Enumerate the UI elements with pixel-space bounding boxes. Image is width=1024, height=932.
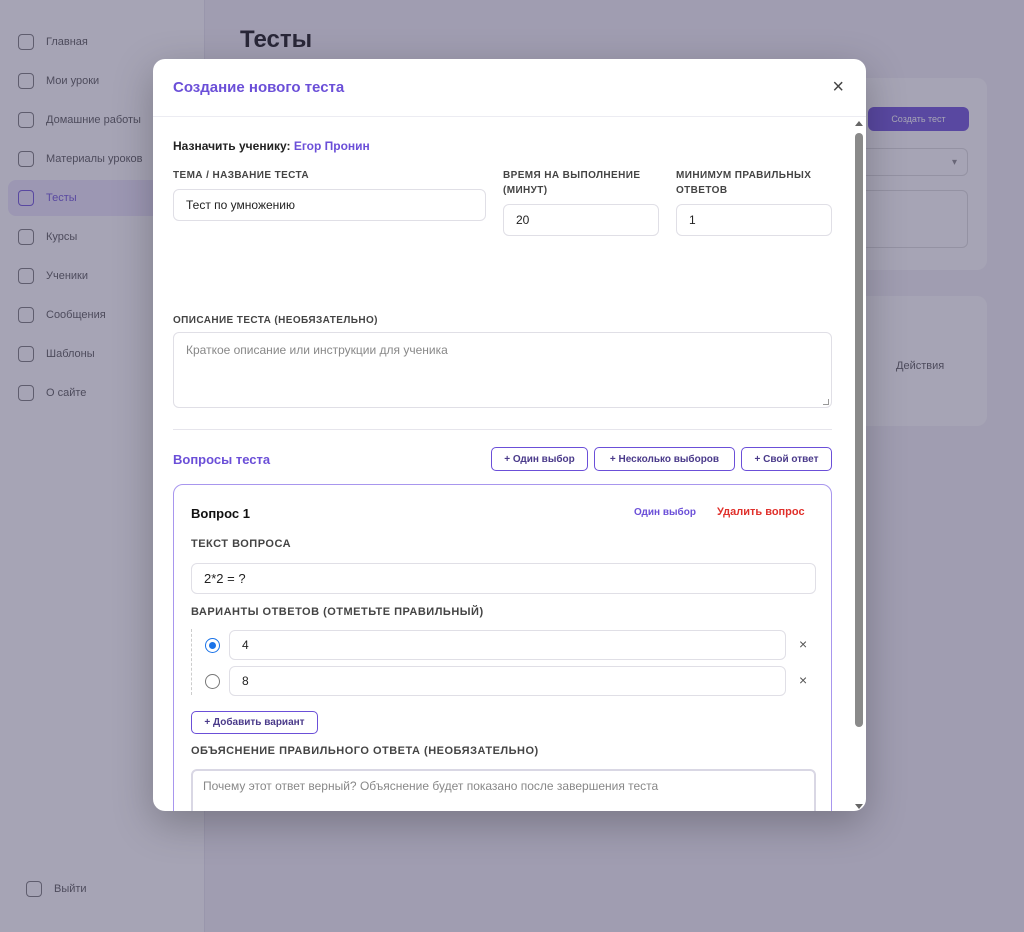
min-correct-label: Минимум правильных ответов [676, 168, 811, 198]
modal-scrollbar[interactable] [854, 121, 864, 809]
time-input[interactable]: 20 [503, 204, 659, 236]
assign-student: Назначить ученику: Егор Пронин [173, 139, 370, 153]
remove-option-icon[interactable]: × [799, 672, 807, 688]
topic-label: Тема / название теста [173, 170, 310, 181]
question-title: Вопрос 1 [191, 506, 250, 521]
description-label: Описание теста (необязательно) [173, 315, 378, 326]
question-text-input[interactable]: 2*2 = ? [191, 563, 816, 594]
min-correct-label-line1: Минимум правильных [676, 170, 812, 181]
question-type-badge: Один выбор [634, 507, 696, 518]
resize-handle-icon[interactable] [823, 399, 829, 405]
assign-label: Назначить ученику: [173, 139, 291, 153]
options-label: Варианты ответов (отметьте правильный) [191, 606, 484, 618]
question-card: Вопрос 1 Один выбор Удалить вопрос Текст… [173, 484, 832, 811]
add-option-button[interactable]: + Добавить вариант [191, 711, 318, 734]
topic-input[interactable]: Тест по умножению [173, 189, 486, 221]
option-radio-correct[interactable] [205, 638, 220, 653]
scrollbar-thumb[interactable] [855, 133, 863, 727]
time-label-line2: (минут) [503, 185, 548, 196]
explanation-textarea[interactable]: Почему этот ответ верный? Объяснение буд… [191, 769, 816, 811]
questions-title: Вопросы теста [173, 452, 271, 467]
description-textarea[interactable]: Краткое описание или инструкции для учен… [173, 332, 832, 408]
close-icon[interactable]: × [832, 77, 844, 97]
modal-title: Создание нового теста [173, 79, 345, 96]
scroll-down-icon[interactable] [855, 804, 863, 809]
time-label-line1: Время на выполнение [503, 170, 641, 181]
create-test-modal: Создание нового теста × Назначить ученик… [153, 59, 866, 811]
remove-option-icon[interactable]: × [799, 636, 807, 652]
scroll-up-icon[interactable] [855, 121, 863, 126]
modal-header: Создание нового теста × [153, 59, 866, 117]
question-text-label: Текст вопроса [191, 538, 292, 550]
add-custom-answer-button[interactable]: + Свой ответ [741, 447, 832, 471]
student-name: Егор Пронин [293, 139, 370, 153]
time-label: Время на выполнение (минут) [503, 168, 640, 198]
options-guide-line [191, 629, 192, 695]
min-correct-input[interactable]: 1 [676, 204, 832, 236]
add-multiple-choice-button[interactable]: + Несколько выборов [594, 447, 735, 471]
explanation-label: Объяснение правильного ответа (необязате… [191, 745, 539, 757]
option-input[interactable]: 8 [229, 666, 786, 696]
modal-body: Назначить ученику: Егор Пронин Тема / на… [153, 117, 866, 811]
min-correct-label-line2: ответов [676, 185, 728, 196]
delete-question-button[interactable]: Удалить вопрос [717, 506, 805, 518]
option-input[interactable]: 4 [229, 630, 786, 660]
description-placeholder: Краткое описание или инструкции для учен… [186, 343, 448, 357]
add-single-choice-button[interactable]: + Один выбор [491, 447, 588, 471]
section-divider [173, 429, 832, 430]
option-radio[interactable] [205, 674, 220, 689]
explanation-placeholder: Почему этот ответ верный? Объяснение буд… [203, 779, 659, 793]
